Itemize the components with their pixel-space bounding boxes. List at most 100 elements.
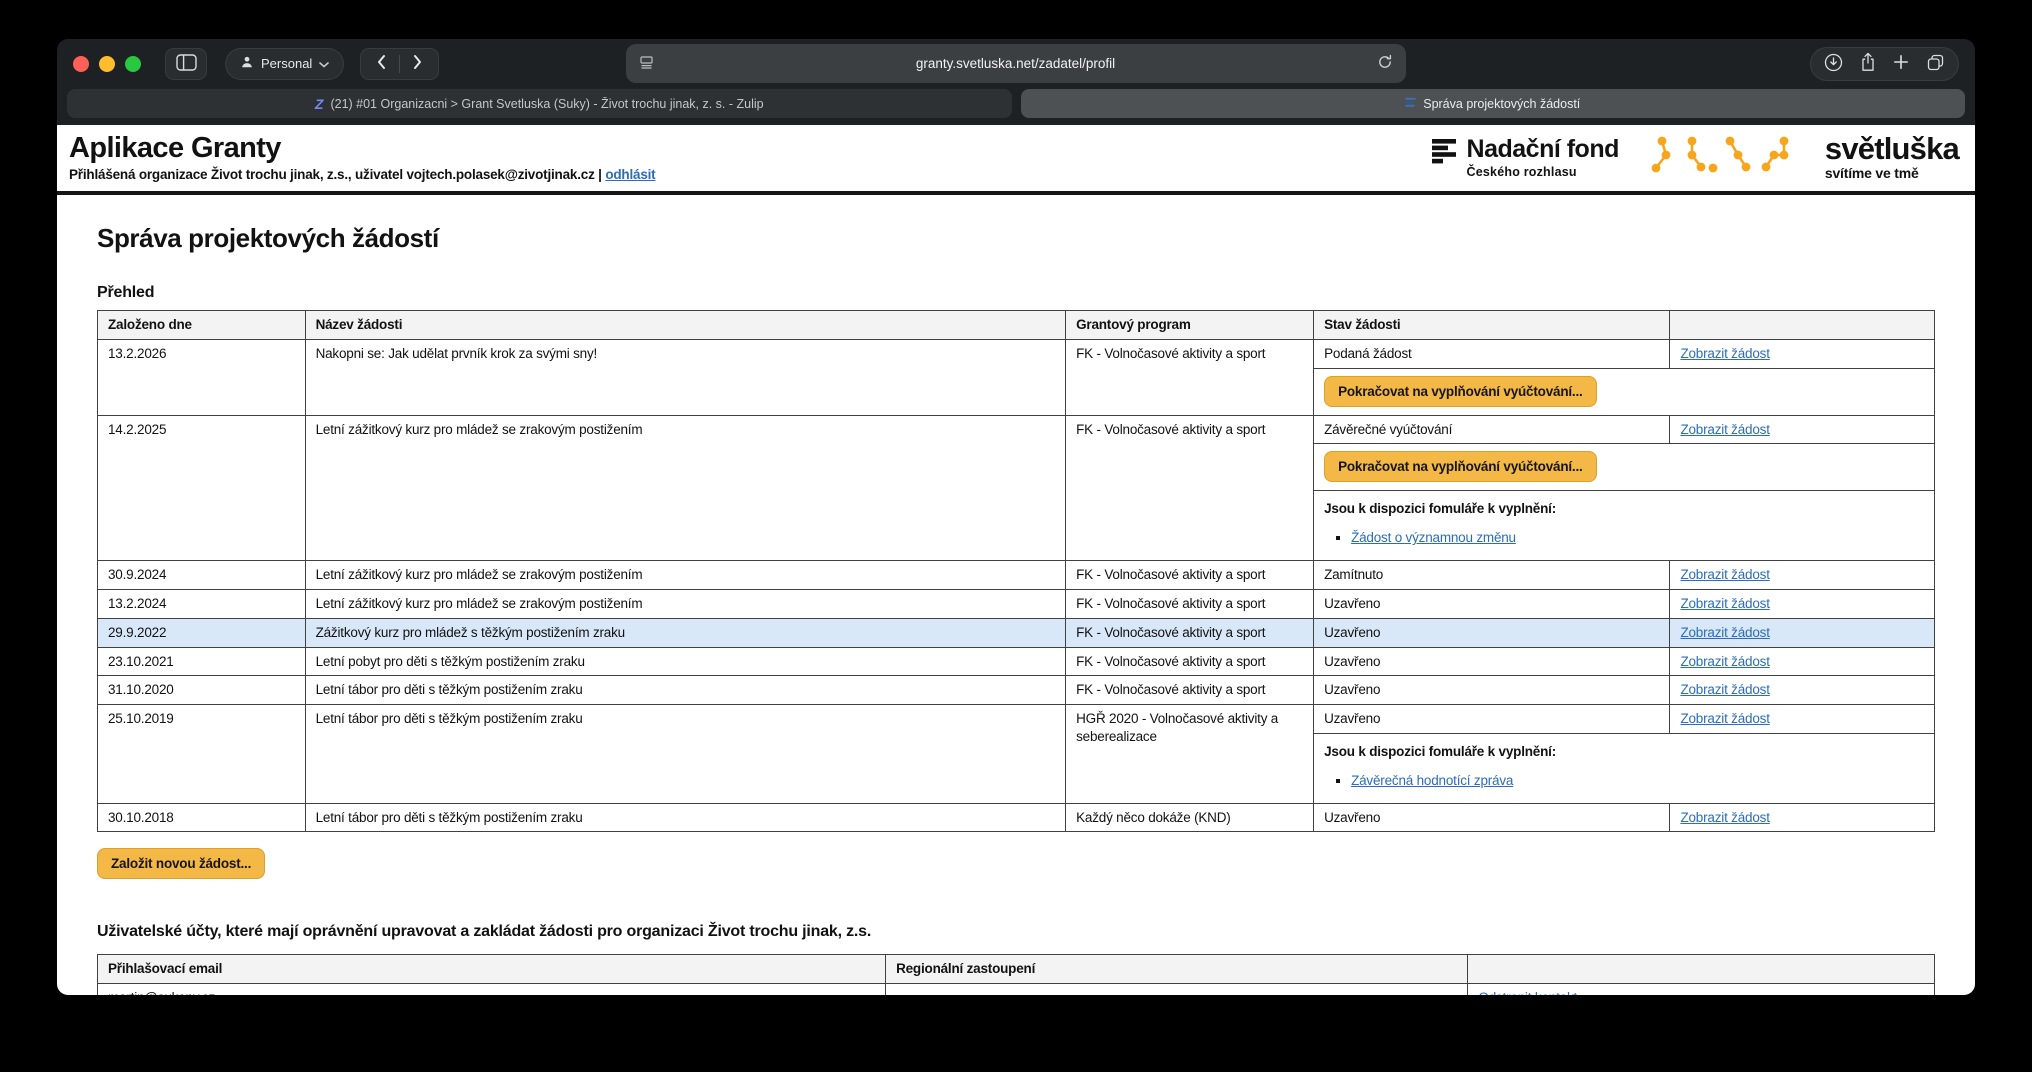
form-link[interactable]: Žádost o významnou změnu — [1351, 530, 1516, 545]
cesky-rozhlas-bars-icon — [1432, 137, 1458, 172]
logout-link[interactable]: odhlásit — [605, 167, 655, 182]
request-name-cell: Letní zážitkový kurz pro mládež se zrako… — [305, 589, 1066, 618]
svetluska-dots-icon — [1647, 133, 1797, 182]
minimize-button[interactable] — [99, 56, 115, 72]
table-row: 31.10.2020 Letní tábor pro děti s těžkým… — [98, 676, 1935, 705]
request-status-cell: Uzavřeno — [1314, 705, 1670, 734]
tab-overview-button[interactable] — [1926, 53, 1945, 75]
table-row: 14.2.2025 Letní zážitkový kurz pro mláde… — [98, 415, 1935, 444]
forms-note: Jsou k dispozici fomuláře k vyplnění: — [1324, 500, 1924, 518]
col-header — [1670, 311, 1935, 340]
back-button[interactable] — [363, 49, 399, 79]
plus-icon — [1893, 58, 1909, 73]
nadacni-fond-line1: Nadační fond — [1467, 137, 1619, 162]
granty-favicon-icon — [1405, 97, 1416, 111]
nadacni-fond-text: Nadační fond Českého rozhlasu — [1467, 137, 1619, 179]
app-title: Aplikace Granty — [69, 133, 655, 163]
view-request-link[interactable]: Zobrazit žádost — [1680, 810, 1769, 825]
request-link-cell: Zobrazit žádost — [1670, 705, 1935, 734]
tab-granty-active[interactable]: Správa projektových žádostí — [1021, 89, 1966, 118]
forms-cell: Jsou k dispozici fomuláře k vyplnění: Žá… — [1314, 491, 1935, 561]
toolbar-actions — [1810, 47, 1959, 81]
col-header: Grantový program — [1066, 311, 1314, 340]
request-status-cell: Uzavřeno — [1314, 676, 1670, 705]
view-request-link[interactable]: Zobrazit žádost — [1680, 625, 1769, 640]
col-header: Založeno dne — [98, 311, 306, 340]
continue-settlement-button[interactable]: Pokračovat na vyplňování vyúčtování... — [1324, 376, 1597, 407]
view-request-link[interactable]: Zobrazit žádost — [1680, 346, 1769, 361]
sidebar-toggle-button[interactable] — [165, 48, 207, 80]
app-header: Aplikace Granty Přihlášená organizace Ži… — [57, 125, 1975, 195]
request-name-cell: Letní zážitkový kurz pro mládež se zrako… — [305, 415, 1066, 560]
users-table: Přihlašovací email Regionální zastoupení… — [97, 954, 1935, 995]
reload-button[interactable] — [1377, 54, 1393, 73]
request-name-cell: Letní tábor pro děti s těžkým postižením… — [305, 676, 1066, 705]
request-name-cell: Letní pobyt pro děti s těžkým postižením… — [305, 647, 1066, 676]
login-info-text: Přihlášená organizace Život trochu jinak… — [69, 167, 602, 182]
request-status-cell: Uzavřeno — [1314, 647, 1670, 676]
users-table-header: Přihlašovací email Regionální zastoupení — [98, 955, 1935, 984]
share-button[interactable] — [1860, 52, 1876, 75]
view-request-link[interactable]: Zobrazit žádost — [1680, 682, 1769, 697]
request-date-cell: 31.10.2020 — [98, 676, 306, 705]
app-header-logos: Nadační fond Českého rozhlasu — [1432, 133, 1963, 182]
table-row-selected: 29.9.2022 Zážitkový kurz pro mládež s tě… — [98, 618, 1935, 647]
request-program-cell: FK - Volnočasové aktivity a sport — [1066, 415, 1314, 560]
view-request-link[interactable]: Zobrazit žádost — [1680, 654, 1769, 669]
continue-button-cell: Pokračovat na vyplňování vyúčtování... — [1314, 368, 1935, 415]
request-status-cell: Závěrečné vyúčtování — [1314, 415, 1670, 444]
table-row: 13.2.2026 Nakopni se: Jak udělat prvník … — [98, 339, 1935, 368]
request-name-cell: Letní zážitkový kurz pro mládež se zrako… — [305, 561, 1066, 590]
svetluska-line1: světluška — [1825, 134, 1959, 163]
app-header-left: Aplikace Granty Přihlášená organizace Ži… — [69, 133, 655, 181]
view-request-link[interactable]: Zobrazit žádost — [1680, 596, 1769, 611]
user-icon — [240, 55, 254, 72]
request-status-cell: Uzavřeno — [1314, 589, 1670, 618]
web-page: Aplikace Granty Přihlášená organizace Ži… — [57, 125, 1975, 995]
request-link-cell: Zobrazit žádost — [1670, 589, 1935, 618]
view-request-link[interactable]: Zobrazit žádost — [1680, 567, 1769, 582]
forms-cell: Jsou k dispozici fomuláře k vyplnění: Zá… — [1314, 733, 1935, 803]
page-settings-icon[interactable] — [639, 55, 654, 73]
col-header — [1468, 955, 1935, 984]
request-link-cell: Zobrazit žádost — [1670, 561, 1935, 590]
request-program-cell: FK - Volnočasové aktivity a sport — [1066, 618, 1314, 647]
request-program-cell: FK - Volnočasové aktivity a sport — [1066, 561, 1314, 590]
forward-icon — [413, 54, 423, 73]
view-request-link[interactable]: Zobrazit žádost — [1680, 711, 1769, 726]
svetluska-line2: svítíme ve tmě — [1825, 165, 1959, 181]
view-request-link[interactable]: Zobrazit žádost — [1680, 422, 1769, 437]
svetluska-logo: světluška svítíme ve tmě — [1825, 134, 1959, 181]
request-name-cell: Zážitkový kurz pro mládež s těžkým posti… — [305, 618, 1066, 647]
forward-button[interactable] — [400, 49, 436, 79]
continue-settlement-button[interactable]: Pokračovat na vyplňování vyúčtování... — [1324, 451, 1597, 482]
downloads-button[interactable] — [1824, 53, 1843, 75]
request-name-cell: Nakopni se: Jak udělat prvník krok za sv… — [305, 339, 1066, 415]
close-button[interactable] — [73, 56, 89, 72]
zulip-icon: Z — [315, 96, 324, 112]
tab-zulip[interactable]: Z (21) #01 Organizacni > Grant Svetluska… — [67, 89, 1012, 118]
new-request-button[interactable]: Založit novou žádost... — [97, 848, 265, 879]
request-program-cell: FK - Volnočasové aktivity a sport — [1066, 647, 1314, 676]
request-name-cell: Letní tábor pro děti s těžkým postižením… — [305, 705, 1066, 803]
tab-bar: Z (21) #01 Organizacni > Grant Svetluska… — [57, 88, 1975, 125]
user-email-cell: martin@sukany.cz — [98, 984, 886, 995]
profile-button[interactable]: Personal — [225, 48, 344, 80]
col-header: Název žádosti — [305, 311, 1066, 340]
table-row: 25.10.2019 Letní tábor pro děti s těžkým… — [98, 705, 1935, 734]
address-bar[interactable]: granty.svetluska.net/zadatel/profil — [626, 44, 1406, 83]
sidebar-icon — [176, 54, 197, 74]
table-row: martin@sukany.cz — Odstranit kontakt — [98, 984, 1935, 995]
history-nav — [360, 48, 439, 80]
form-link[interactable]: Závěrečná hodnotící zpráva — [1351, 773, 1513, 788]
table-row: 30.10.2018 Letní tábor pro děti s těžkým… — [98, 803, 1935, 832]
traffic-lights — [73, 56, 141, 72]
request-date-cell: 25.10.2019 — [98, 705, 306, 803]
remove-contact-link[interactable]: Odstranit kontakt — [1478, 990, 1577, 995]
request-status-cell: Uzavřeno — [1314, 618, 1670, 647]
col-header: Přihlašovací email — [98, 955, 886, 984]
tab-label: (21) #01 Organizacni > Grant Svetluska (… — [330, 97, 763, 111]
zoom-button[interactable] — [125, 56, 141, 72]
overview-heading: Přehled — [97, 284, 1935, 302]
new-tab-button[interactable] — [1893, 54, 1909, 73]
